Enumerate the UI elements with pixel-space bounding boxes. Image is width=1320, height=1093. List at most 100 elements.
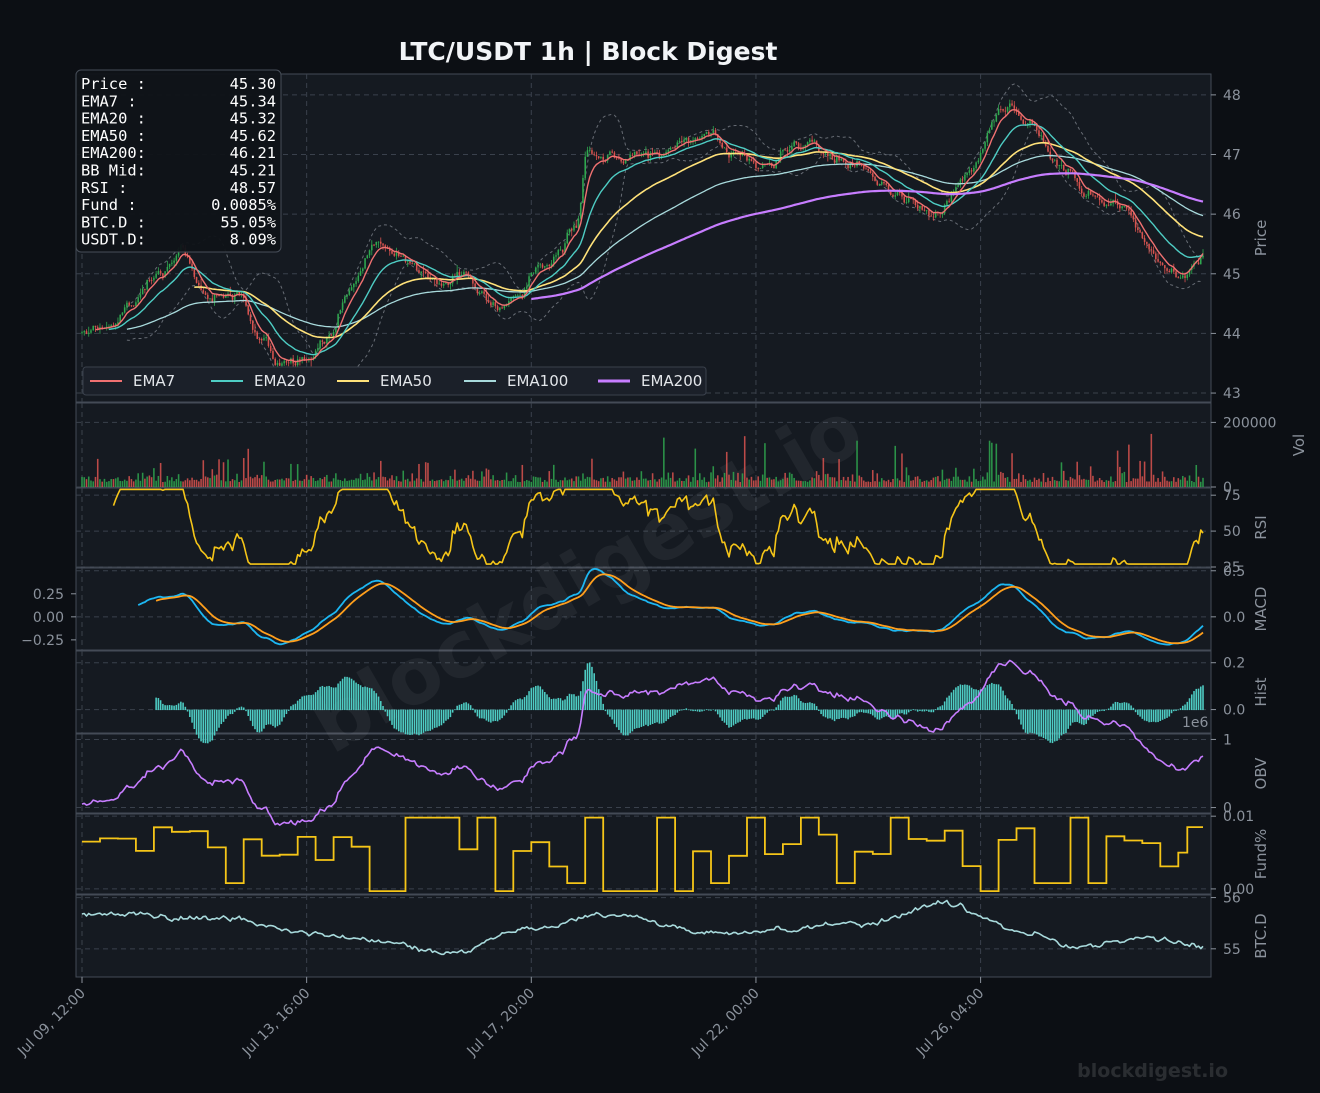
volume-bar <box>202 460 205 487</box>
legend-label-ema200: EMA200 <box>641 372 702 390</box>
candle-body <box>806 142 809 145</box>
hist-bar <box>858 709 861 713</box>
volume-bar <box>903 481 906 487</box>
candle-body <box>436 279 438 284</box>
candle-body <box>1141 232 1144 239</box>
volume-bar <box>526 480 528 487</box>
volume-bar <box>1033 477 1036 487</box>
candle-body <box>894 195 897 197</box>
hist-bar <box>685 708 688 711</box>
volume-bar <box>323 476 326 487</box>
volume-bar <box>764 443 766 487</box>
hist-bar <box>773 709 775 711</box>
candle-body <box>923 209 926 211</box>
volume-bar <box>409 481 411 487</box>
candle-body <box>1071 170 1074 172</box>
volume-bar <box>955 467 957 487</box>
candle-body <box>723 147 726 149</box>
hist-bar <box>184 706 187 711</box>
volume-bar <box>1137 478 1139 487</box>
volume-bar <box>1029 479 1031 487</box>
candle-body <box>496 306 499 311</box>
volume-bar <box>1184 477 1186 487</box>
hist-bar <box>631 709 634 732</box>
y-tick-label-macd: 0.5 <box>1223 564 1245 580</box>
hist-bar <box>409 709 411 735</box>
volume-bar <box>150 477 153 487</box>
volume-bar <box>692 477 694 487</box>
x-tick-label: Jul 09, 12:00 <box>14 986 89 1061</box>
volume-bar <box>703 477 706 487</box>
volume-bar <box>220 480 223 487</box>
hist-bar <box>431 709 434 730</box>
hist-bar <box>1128 703 1130 711</box>
volume-bar <box>499 480 501 487</box>
candle-body <box>1020 115 1022 120</box>
volume-bar <box>362 480 364 487</box>
hist-bar <box>312 694 315 711</box>
volume-bar <box>880 478 883 487</box>
hist-bar <box>1094 709 1096 714</box>
volume-bar <box>716 475 719 487</box>
volume-bar <box>247 448 250 487</box>
volume-bar <box>824 474 827 487</box>
candle-body <box>593 153 595 155</box>
candle-body <box>687 137 690 143</box>
hist-bar <box>366 687 369 711</box>
candle-body <box>955 187 957 192</box>
volume-bar <box>836 481 838 487</box>
candle-body <box>317 348 319 351</box>
candle-body <box>725 147 728 153</box>
hist-bar <box>584 669 586 711</box>
volume-bar <box>1125 481 1128 487</box>
hist-bar <box>1105 709 1108 711</box>
candle-body <box>204 292 207 295</box>
candle-body <box>973 168 975 172</box>
hist-bar <box>231 709 234 715</box>
hist-bar <box>690 709 692 711</box>
volume-bar <box>681 480 683 487</box>
volume-bar <box>1078 475 1081 487</box>
volume-bar <box>110 479 112 487</box>
candle-body <box>609 151 611 155</box>
volume-bar <box>1159 481 1162 487</box>
volume-bar <box>606 476 609 487</box>
candle-body <box>995 114 998 122</box>
hist-bar <box>1065 709 1067 734</box>
hist-bar <box>1018 709 1020 720</box>
volume-bar <box>588 477 591 487</box>
hist-bar <box>526 695 528 711</box>
volume-bar <box>694 448 697 487</box>
hist-bar <box>1056 709 1058 741</box>
hist-bar <box>849 709 852 718</box>
hist-bar <box>541 689 544 711</box>
volume-bar <box>883 480 885 487</box>
candle-body <box>1053 159 1056 161</box>
volume-bar <box>885 481 888 487</box>
hist-bar <box>317 690 319 711</box>
hist-bar <box>851 709 854 717</box>
volume-bar <box>108 481 110 487</box>
volume-bar <box>1195 464 1198 487</box>
volume-bar <box>822 457 825 487</box>
hist-bar <box>793 694 795 711</box>
volume-bar <box>550 478 553 487</box>
candle-body <box>586 150 589 157</box>
volume-bar <box>1164 476 1166 487</box>
info-box: Price : 45.30 EMA7 : 45.34 EMA20 : 45.32 EMA50… <box>75 69 282 253</box>
candle-body <box>645 151 647 154</box>
hist-bar <box>970 687 973 711</box>
volume-bar <box>777 481 780 487</box>
y-tick-label-price: 43 <box>1223 386 1241 402</box>
hist-bar <box>604 709 607 712</box>
hist-bar <box>1092 709 1094 716</box>
info-row-value: 45.34 <box>230 92 276 110</box>
volume-bar <box>919 479 921 487</box>
volume-bar <box>299 480 301 487</box>
candle-body <box>530 272 533 277</box>
volume-bar <box>359 473 362 487</box>
candle-body <box>950 194 953 202</box>
hist-bar <box>1006 698 1009 711</box>
candle-body <box>175 255 178 261</box>
candle-body <box>1137 227 1139 230</box>
